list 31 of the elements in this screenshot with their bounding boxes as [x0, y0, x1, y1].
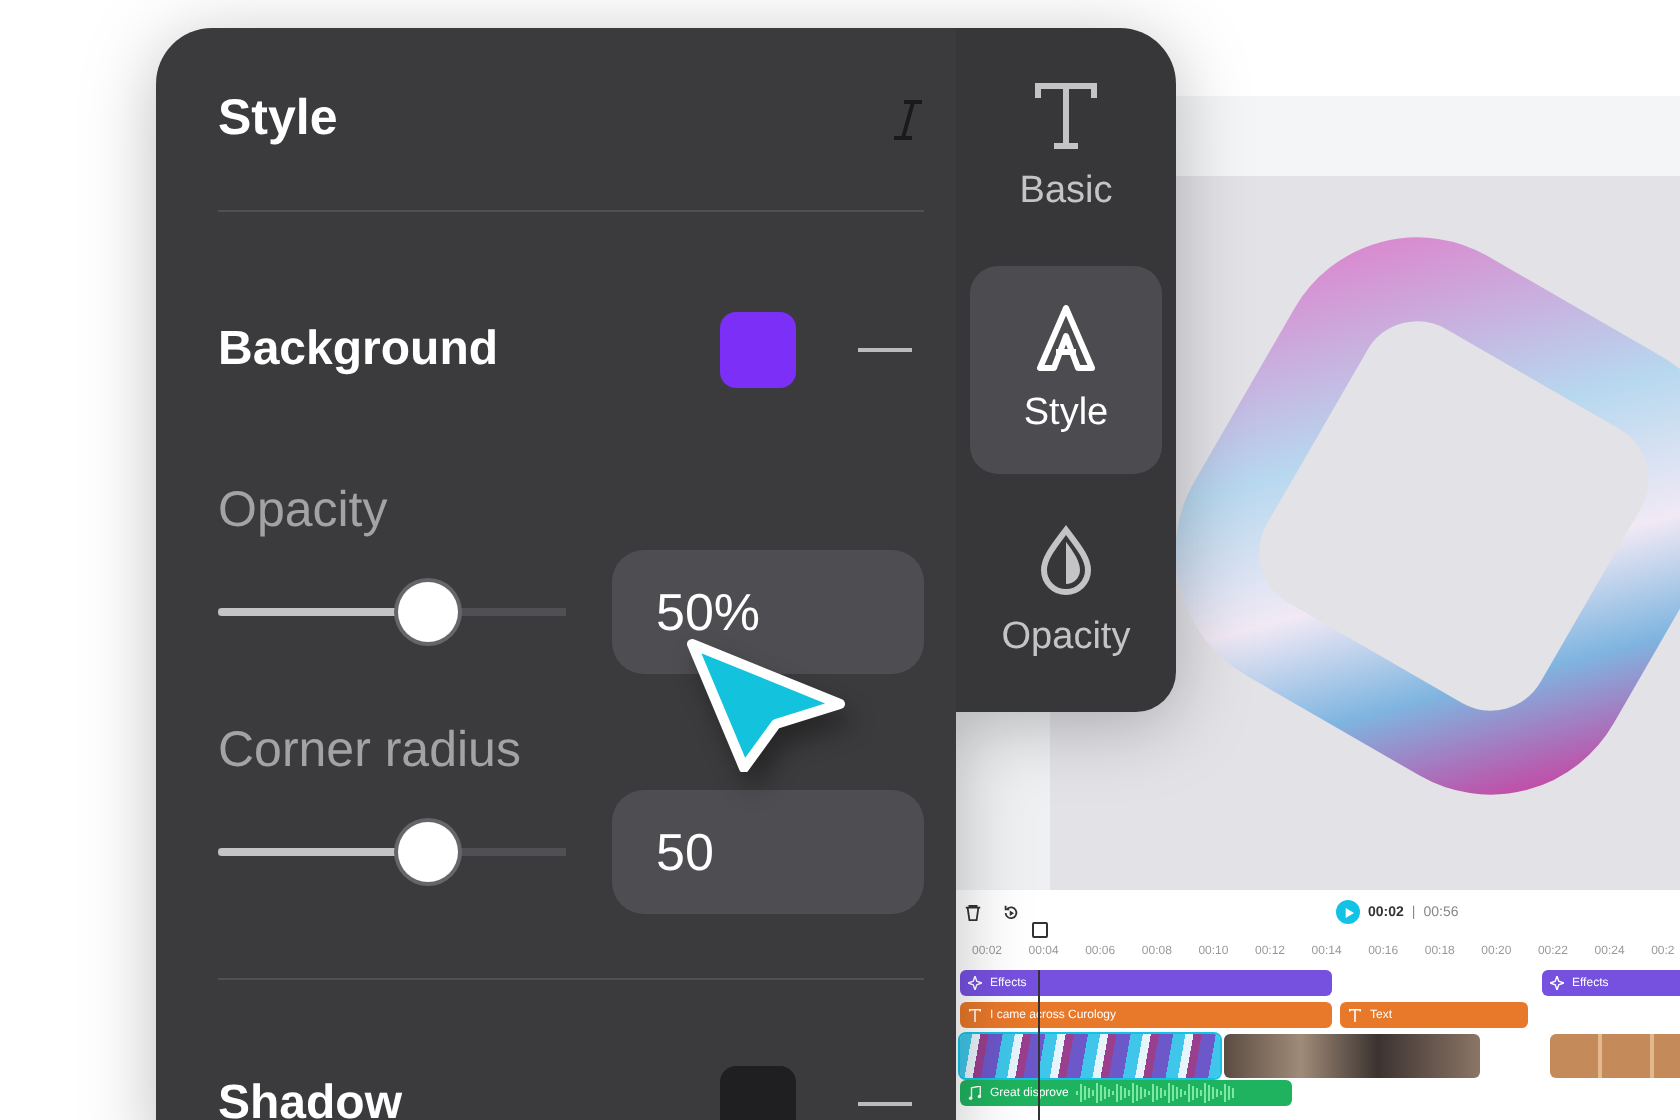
- sidebar-tab[interactable]: Opacity: [970, 488, 1162, 696]
- sparkle-icon: [968, 976, 982, 990]
- slider-label: Corner radius: [218, 720, 523, 781]
- panel-title: Style: [218, 90, 338, 148]
- sidebar-tab[interactable]: Style: [970, 266, 1162, 474]
- text-icon: [1348, 1008, 1362, 1022]
- section-title: Shadow: [218, 1075, 405, 1120]
- slider-thumb[interactable]: [398, 822, 459, 883]
- text-icon: [968, 1008, 982, 1022]
- text-icon: [1034, 82, 1098, 150]
- video-clip[interactable]: [960, 1034, 1220, 1078]
- minus-icon[interactable]: [858, 347, 912, 351]
- replay-icon[interactable]: [1002, 903, 1020, 921]
- video-clip[interactable]: [1224, 1034, 1480, 1078]
- sparkle-icon: [1550, 976, 1564, 990]
- delete-icon[interactable]: [964, 903, 982, 921]
- slider-thumb[interactable]: [398, 582, 459, 643]
- color-swatch[interactable]: [720, 311, 796, 387]
- play-icon: [1343, 907, 1353, 917]
- slider-label: Opacity: [218, 480, 390, 541]
- minus-icon[interactable]: [858, 1101, 912, 1105]
- music-note-icon: [968, 1086, 982, 1100]
- video-clip[interactable]: [1550, 1034, 1680, 1078]
- letter-a-icon: [1034, 304, 1098, 372]
- section-title: Background: [218, 321, 501, 377]
- sidebar-tab[interactable]: Basic: [970, 44, 1162, 252]
- color-swatch[interactable]: [720, 1065, 796, 1120]
- value-field[interactable]: 50%: [612, 550, 924, 675]
- playhead-handle[interactable]: [1032, 922, 1048, 938]
- drop-icon: [1038, 524, 1094, 596]
- value-field[interactable]: 50: [612, 790, 924, 915]
